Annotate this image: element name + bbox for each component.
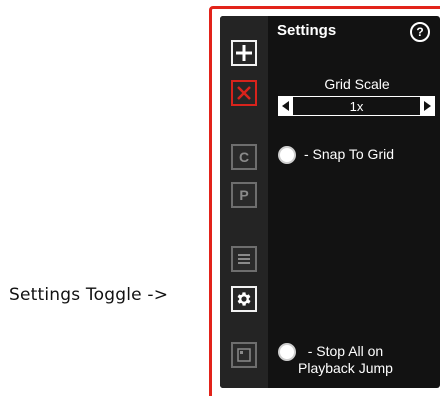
gear-icon [237, 292, 251, 306]
snap-to-grid-radio[interactable] [278, 146, 296, 164]
frame-button[interactable] [231, 342, 257, 368]
list-icon [238, 254, 250, 264]
arrow-left-icon [282, 101, 289, 111]
list-button[interactable] [231, 246, 257, 272]
c-button-label: C [238, 149, 250, 165]
grid-scale-label: Grid Scale [324, 76, 390, 92]
stop-all-label: - Stop All on Playback Jump [298, 343, 393, 377]
p-button-label: P [239, 187, 249, 203]
grid-scale-value: 1x [349, 98, 364, 114]
grid-scale-increase-button[interactable] [420, 97, 434, 115]
stop-all-label-line2: Playback Jump [298, 360, 393, 376]
remove-button[interactable] [231, 80, 257, 106]
arrow-right-icon [424, 101, 431, 111]
plus-icon [236, 45, 252, 61]
snap-to-grid-toggle[interactable]: - Snap To Grid [278, 146, 394, 164]
add-button[interactable] [231, 40, 257, 66]
close-icon [237, 86, 251, 100]
settings-toggle-annotation: Settings Toggle -> [9, 285, 169, 305]
settings-panel: C P Settings ? Grid Scale 1x - Snap To G… [220, 16, 440, 388]
panel-title: Settings [277, 22, 337, 39]
help-icon: ? [416, 25, 424, 39]
p-button[interactable]: P [231, 182, 257, 208]
stop-all-radio[interactable] [278, 343, 296, 361]
snap-to-grid-label: - Snap To Grid [304, 146, 395, 162]
help-button[interactable]: ? [410, 22, 430, 42]
page: Settings Toggle -> C P Settings ? Grid S… [0, 0, 440, 396]
frame-icon [237, 348, 251, 362]
side-toolbar: C P [220, 16, 268, 388]
grid-scale-decrease-button[interactable] [279, 97, 293, 115]
stop-all-label-line1: - Stop All on [307, 343, 384, 359]
grid-scale-stepper: 1x [278, 96, 435, 116]
stop-all-toggle[interactable]: - Stop All on Playback Jump [278, 343, 393, 377]
c-button[interactable]: C [231, 144, 257, 170]
settings-toggle-button[interactable] [231, 286, 257, 312]
